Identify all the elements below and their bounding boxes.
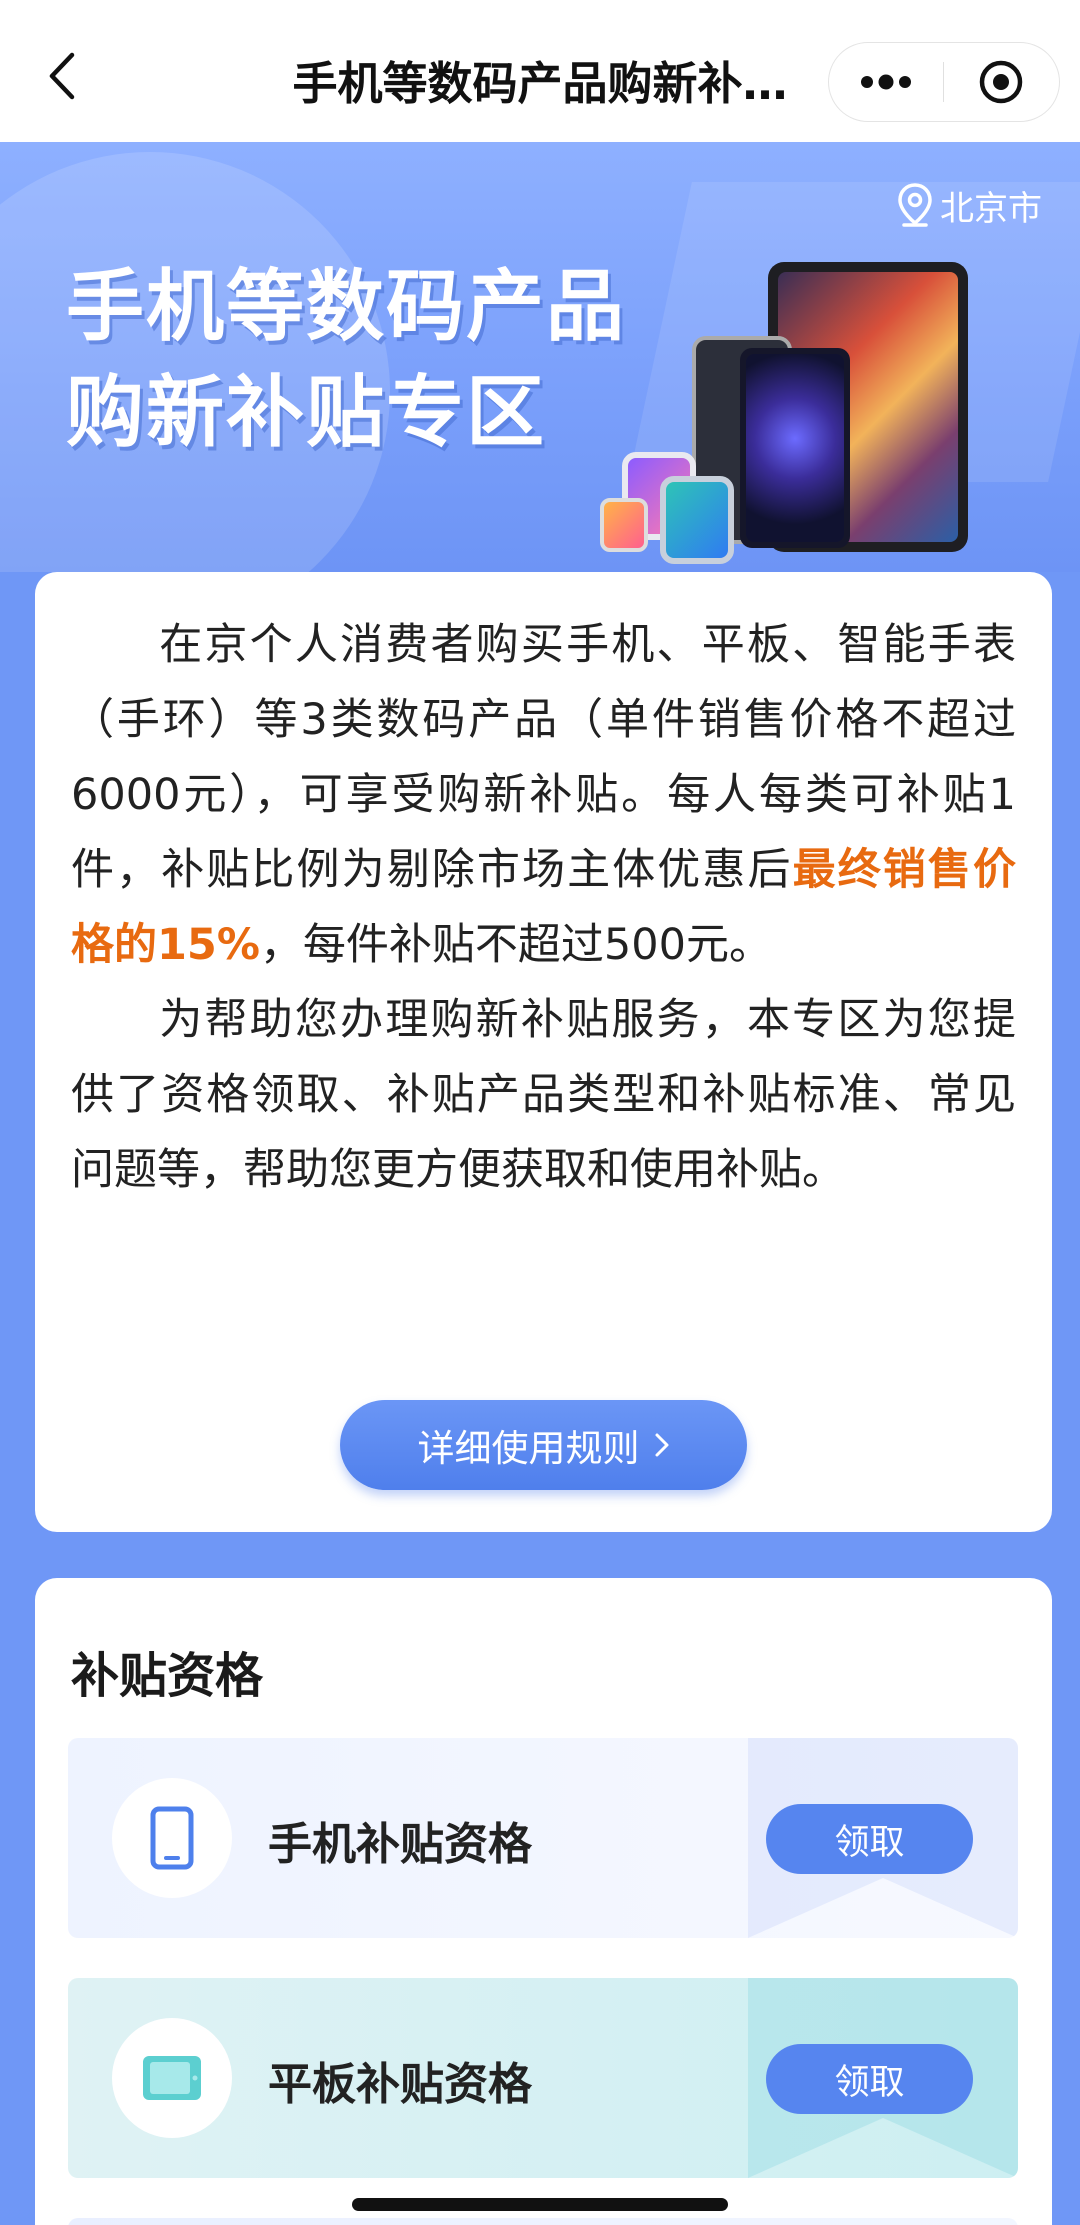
eligibility-title: 补贴资格: [71, 1648, 264, 1704]
back-button[interactable]: [36, 46, 86, 106]
target-close-icon: [979, 60, 1023, 104]
tablet-icon-badge: [112, 2018, 232, 2138]
home-indicator: [352, 2198, 728, 2211]
intro-paragraph-1: 在京个人消费者购买手机、平板、智能手表（手环）等3类数码产品（单件销售价格不超过…: [71, 608, 1016, 983]
eligibility-card: 补贴资格 手机补贴资格 领取 平板补贴资格 领取: [35, 1578, 1052, 2225]
tablet-icon: [143, 2056, 201, 2100]
foldable-phone-illustration: [740, 348, 850, 548]
hero-title: 手机等数码产品 购新补贴专区: [66, 254, 626, 466]
phone-eligibility-label: 手机补贴资格: [268, 1819, 532, 1870]
location-selector[interactable]: 北京市: [898, 180, 1042, 230]
close-button[interactable]: [944, 43, 1058, 121]
hero-title-line2: 购新补贴专区: [66, 368, 547, 458]
location-label: 北京市: [940, 188, 1042, 229]
phone-icon: [150, 1806, 194, 1870]
chevron-left-icon: [49, 52, 75, 100]
hero-title-line1: 手机等数码产品: [66, 262, 627, 352]
more-button[interactable]: [829, 43, 943, 121]
eligibility-item-tablet: 平板补贴资格 领取: [68, 1978, 1018, 2178]
intro-text-3: 为帮助您办理购新补贴服务，本专区为您提供了资格领取、补贴产品类型和补贴标准、常见…: [71, 995, 1016, 1195]
chevron-right-icon: [655, 1433, 668, 1457]
location-pin-icon: [898, 183, 932, 227]
hero-banner: 北京市 手机等数码产品 购新补贴专区: [0, 142, 1080, 572]
page: 手机等数码产品购新补… 北京市 手机等数码产品 购新补贴专区 在京个人消费者购买…: [0, 0, 1080, 2225]
smartwatch-illustration: [600, 498, 648, 552]
foldable-phone-screen: [746, 354, 844, 542]
detailed-rules-button[interactable]: 详细使用规则: [340, 1400, 747, 1490]
detailed-rules-label: 详细使用规则: [417, 1427, 640, 1470]
page-title: 手机等数码产品购新补…: [292, 57, 788, 110]
eligibility-item-next: [68, 2218, 1018, 2225]
intro-paragraph-2: 为帮助您办理购新补贴服务，本专区为您提供了资格领取、补贴产品类型和补贴标准、常见…: [71, 983, 1016, 1208]
claim-phone-button[interactable]: 领取: [766, 1804, 973, 1874]
eligibility-item-phone: 手机补贴资格 领取: [68, 1738, 1018, 1938]
claim-tablet-button[interactable]: 领取: [766, 2044, 973, 2114]
more-dots-icon: [861, 74, 911, 90]
phone-icon-badge: [112, 1778, 232, 1898]
mini-program-capsule: [828, 42, 1060, 122]
intro-card: 在京个人消费者购买手机、平板、智能手表（手环）等3类数码产品（单件销售价格不超过…: [35, 572, 1052, 1532]
intro-text-2: ，每件补贴不超过500元。: [259, 920, 773, 970]
tablet-eligibility-label: 平板补贴资格: [268, 2059, 532, 2110]
smartwatch-illustration: [660, 476, 734, 564]
top-navbar: 手机等数码产品购新补…: [0, 0, 1080, 143]
devices-illustration: [600, 262, 1020, 564]
